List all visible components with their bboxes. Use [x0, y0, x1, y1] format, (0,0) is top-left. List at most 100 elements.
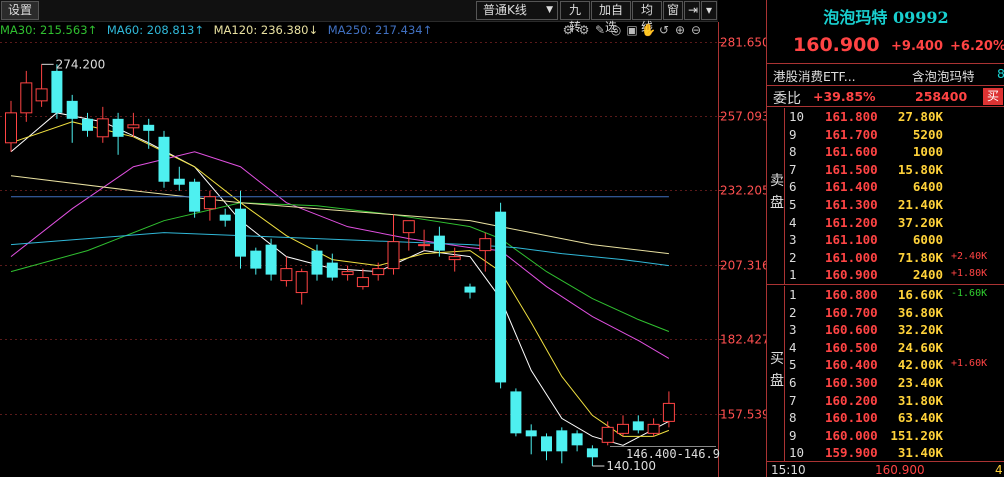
jiuzhuan-button[interactable]: 九转: [560, 1, 590, 34]
ask-level-row[interactable]: 5 161.300 21.40K: [767, 196, 1004, 214]
ma60-legend: MA60: 208.813↑: [106, 23, 204, 37]
zoom-in-icon[interactable]: ⊕: [673, 23, 687, 37]
ask-level-number: 1: [789, 267, 797, 283]
collapse-panel-icon[interactable]: ⇥: [684, 1, 700, 20]
bid-level-row[interactable]: 9 160.000 151.20K: [767, 427, 1004, 445]
bid-level-row[interactable]: 3 160.600 32.20K: [767, 321, 1004, 339]
bid-level-price: 160.200: [825, 392, 878, 408]
bid-level-number: 8: [789, 410, 797, 426]
ask-level-volume: 37.20K: [897, 214, 943, 230]
candle-body-down: [265, 244, 277, 275]
related-etf-row[interactable]: 港股消费ETF... 含泡泡玛特 8: [767, 63, 1004, 85]
bid-level-row[interactable]: 6 160.300 23.40K: [767, 374, 1004, 392]
menu-dropdown-icon[interactable]: ▾: [701, 1, 717, 20]
candle-body-up: [601, 426, 614, 443]
window-button[interactable]: 窗: [663, 1, 683, 20]
bid-level-volume: 151.20K: [890, 427, 943, 443]
restore-icon[interactable]: ↺: [657, 23, 671, 37]
bid-level-row[interactable]: 8 160.100 63.40K: [767, 409, 1004, 427]
candle-body-down: [326, 262, 338, 278]
candle-body-down: [525, 430, 537, 437]
price-change-pct: +6.20%: [950, 39, 1004, 54]
bid-level-number: 10: [789, 445, 805, 461]
ask-level-number: 8: [789, 144, 797, 160]
bid-level-row[interactable]: 4 160.500 24.60K: [767, 339, 1004, 357]
eye-off-icon[interactable]: ◎: [609, 23, 623, 37]
ask-level-number: 5: [789, 197, 797, 212]
bid-level-volume: 63.40K: [897, 410, 943, 426]
ask-level-row[interactable]: 9 161.700 5200: [767, 126, 1004, 144]
related-count: 8: [997, 66, 1004, 81]
bid-level-volume: 23.40K: [897, 375, 943, 390]
bid-level-volume: 42.00K: [897, 357, 943, 373]
ask-level-row[interactable]: 2 161.000 71.80K +2.40K: [767, 249, 1004, 267]
candle-body-up: [5, 112, 17, 144]
ask-level-volume: 15.80K: [897, 161, 943, 177]
tick-volume: 4: [995, 463, 1003, 477]
candle-body-up: [295, 271, 308, 294]
candle-body-up: [35, 88, 48, 102]
buy-button[interactable]: 买: [983, 88, 1003, 105]
bid-level-change: -1.60K: [951, 288, 988, 299]
bid-level-row[interactable]: 1 160.800 16.60K -1.60K: [767, 286, 1004, 304]
zoom-out-icon[interactable]: ⊖: [689, 23, 703, 37]
kline-chart[interactable]: 281.650 257.093 232.205 207.316 182.427 157.5…: [0, 0, 766, 477]
y-tick-label: 207.316: [720, 259, 766, 273]
settings-gear-alt-icon[interactable]: ⚙: [577, 23, 591, 37]
candle-body-down: [219, 214, 231, 221]
ask-level-price: 161.000: [825, 249, 878, 265]
ask-level-row[interactable]: 8 161.600 1000: [767, 143, 1004, 161]
candle-body-up: [418, 244, 431, 247]
settings-button[interactable]: 设置: [1, 1, 40, 20]
high-marker-label: 274.200: [56, 57, 106, 71]
ma-line-ma20: [10, 151, 670, 359]
settings-gear-icon[interactable]: ⚙: [561, 23, 575, 37]
bid-level-volume: 31.40K: [897, 445, 943, 461]
draw-pen-icon[interactable]: ✎: [593, 23, 607, 37]
bid-level-volume: 24.60K: [897, 339, 943, 355]
ask-level-price: 161.200: [825, 214, 878, 230]
ask-level-row[interactable]: 10 161.800 27.80K: [767, 108, 1004, 126]
bag-icon[interactable]: ▣: [625, 23, 639, 37]
candle-body-up: [203, 196, 216, 210]
ask-level-row[interactable]: 6 161.400 6400: [767, 178, 1004, 196]
period-select[interactable]: 普通K线 ▼: [476, 1, 558, 20]
bid-level-row[interactable]: 7 160.200 31.80K: [767, 392, 1004, 410]
candle-body-down: [632, 421, 644, 431]
related-etf-name[interactable]: 港股消费ETF...: [773, 66, 856, 85]
ma-line-ma30: [10, 202, 670, 332]
bid-level-price: 159.900: [825, 445, 878, 461]
ma250-legend: MA250: 217.434↑: [327, 23, 433, 37]
chevron-down-icon: ▼: [546, 5, 553, 15]
ask-level-row[interactable]: 7 161.500 15.80K: [767, 161, 1004, 179]
ask-level-number: 10: [789, 109, 805, 124]
bid-level-row[interactable]: 10 159.900 31.40K: [767, 444, 1004, 462]
bid-level-volume: 31.80K: [897, 392, 943, 408]
bid-level-number: 7: [789, 392, 797, 408]
bid-level-price: 160.500: [825, 339, 878, 355]
bid-level-volume: 32.20K: [897, 322, 943, 338]
ask-level-number: 7: [789, 161, 797, 177]
ask-level-volume: 1000: [912, 144, 943, 160]
ask-level-row[interactable]: 3 161.100 6000: [767, 231, 1004, 249]
bid-level-row[interactable]: 2 160.700 36.80K: [767, 304, 1004, 322]
ask-level-number: 3: [789, 232, 797, 248]
ask-level-change: +1.80K: [951, 268, 988, 280]
bid-level-change: +1.60K: [951, 358, 988, 370]
tick-footer: 15:10 160.900 4: [767, 463, 1004, 477]
bid-level-price: 160.100: [825, 410, 878, 426]
bid-level-row[interactable]: 5 160.400 42.00K +1.60K: [767, 356, 1004, 374]
ask-level-price: 161.500: [825, 161, 878, 177]
ask-level-volume: 27.80K: [897, 109, 943, 124]
ask-level-row[interactable]: 1 160.900 2400 +1.80K: [767, 266, 1004, 284]
ma-line-ma10: [10, 121, 670, 437]
y-tick-label: 182.427: [720, 333, 766, 347]
candle-body-up: [280, 268, 293, 282]
add-watchlist-button[interactable]: 加自选: [591, 1, 631, 34]
hand-pan-icon[interactable]: ✋: [641, 23, 656, 37]
candle-body-up: [662, 402, 675, 422]
ask-level-number: 6: [789, 179, 797, 195]
ma-legend: MA30: 215.563↑ MA60: 208.813↑ MA120: 236…: [0, 23, 438, 39]
ma-settings-button[interactable]: 均线: [632, 1, 662, 34]
ask-level-row[interactable]: 4 161.200 37.20K: [767, 214, 1004, 232]
